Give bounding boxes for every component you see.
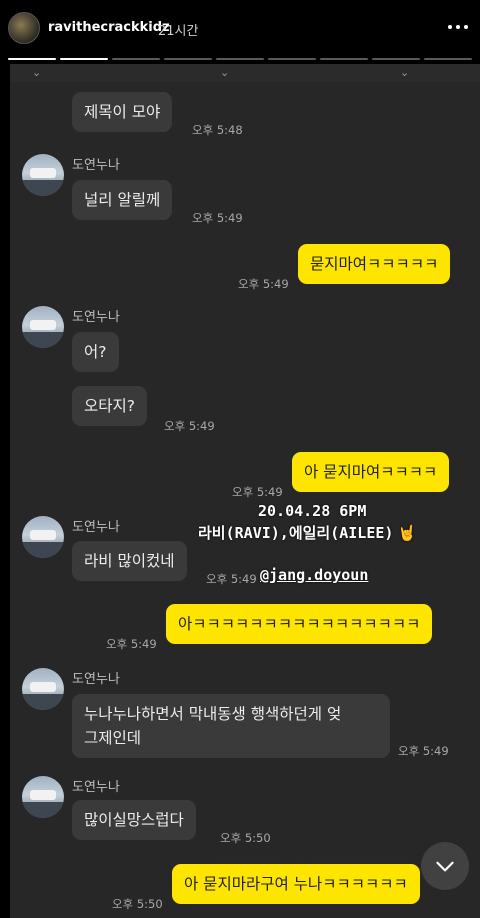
avatar[interactable] [8, 12, 40, 44]
partner-profile-photo[interactable] [22, 668, 64, 710]
story-progress-bar [8, 58, 472, 62]
sent-bubble: 아 묻지마라구여 누나ㅋㅋㅋㅋㅋㅋ [172, 864, 420, 904]
message-time: 오후 5:49 [398, 744, 449, 758]
received-bubble: 오타지? [72, 386, 148, 426]
progress-segment [268, 58, 316, 60]
overlay-names-text: 라비(RAVI),에일리(AILEE) [198, 524, 394, 542]
scroll-down-button[interactable] [421, 842, 469, 890]
overlay-date: 20.04.28 6PM [258, 502, 367, 520]
back-icon: ⌄ [32, 66, 42, 79]
message-time: 오후 5:49 [232, 485, 283, 499]
partner-profile-photo[interactable] [22, 154, 64, 196]
cut-off-header: ⌄ ⌄ ⌄ [10, 64, 480, 82]
progress-segment [8, 58, 56, 60]
message-time: 오후 5:49 [164, 419, 215, 433]
sender-name: 도연누나 [72, 310, 120, 325]
sender-name: 도연누나 [72, 672, 120, 687]
search-icon: ⌄ [400, 66, 410, 79]
progress-segment [112, 58, 160, 60]
partial-icon: ⌄ [220, 66, 230, 79]
sender-name: 도연누나 [72, 520, 120, 535]
sent-bubble: 묻지마여ㅋㅋㅋㅋㅋ [298, 244, 451, 284]
received-bubble: 제목이 모야 [72, 92, 173, 132]
message-time: 오후 5:49 [206, 572, 257, 586]
progress-segment [164, 58, 212, 60]
overlay-names: 라비(RAVI),에일리(AILEE) 🤘 [198, 522, 416, 543]
received-bubble: 널리 알릴께 [72, 180, 173, 220]
progress-segment [216, 58, 264, 60]
progress-segment [60, 58, 108, 60]
sender-name: 도연누나 [72, 158, 120, 173]
story-time-ago: 21시간 [158, 24, 199, 39]
story-username[interactable]: ravithecrackkidz [48, 20, 170, 35]
sender-name: 도연누나 [72, 780, 120, 795]
received-bubble: 라비 많이컸네 [72, 541, 187, 581]
partner-profile-photo[interactable] [22, 516, 64, 558]
sent-bubble: 아ㅋㅋㅋㅋㅋㅋㅋㅋㅋㅋㅋㅋㅋㅋㅋㅋ [166, 604, 433, 644]
message-time: 오후 5:49 [192, 211, 243, 225]
story-header: ravithecrackkidz 21시간 [0, 0, 480, 62]
progress-segment [372, 58, 420, 60]
bubble-line: 그제인데 [84, 729, 142, 747]
rock-hand-icon: 🤘 [397, 524, 417, 542]
chevron-down-icon [436, 861, 454, 872]
bubble-line: 누나누나하면서 막내동생 행색하던게 엊 [84, 705, 342, 723]
message-time: 오후 5:50 [220, 831, 271, 845]
partner-profile-photo[interactable] [22, 306, 64, 348]
received-bubble: 많이실망스럽다 [72, 800, 196, 840]
overlay-mention[interactable]: @jang.doyoun [260, 566, 368, 584]
message-time: 오후 5:49 [106, 637, 157, 651]
received-bubble: 누나누나하면서 막내동생 행색하던게 엊 그제인데 [72, 694, 390, 758]
progress-segment [424, 58, 472, 60]
message-time: 오후 5:49 [238, 277, 289, 291]
progress-segment [320, 58, 368, 60]
chat-screenshot: ⌄ ⌄ ⌄ 제목이 모야 오후 5:48 도연누나 널리 알릴께 오후 5:49… [10, 64, 480, 918]
message-time: 오후 5:50 [112, 897, 163, 911]
received-bubble: 어? [72, 332, 119, 372]
more-horizontal-icon[interactable] [448, 20, 470, 34]
sent-bubble: 아 묻지마여ㅋㅋㅋㅋ [292, 452, 450, 492]
partner-profile-photo[interactable] [22, 776, 64, 818]
message-time: 오후 5:48 [192, 123, 243, 137]
